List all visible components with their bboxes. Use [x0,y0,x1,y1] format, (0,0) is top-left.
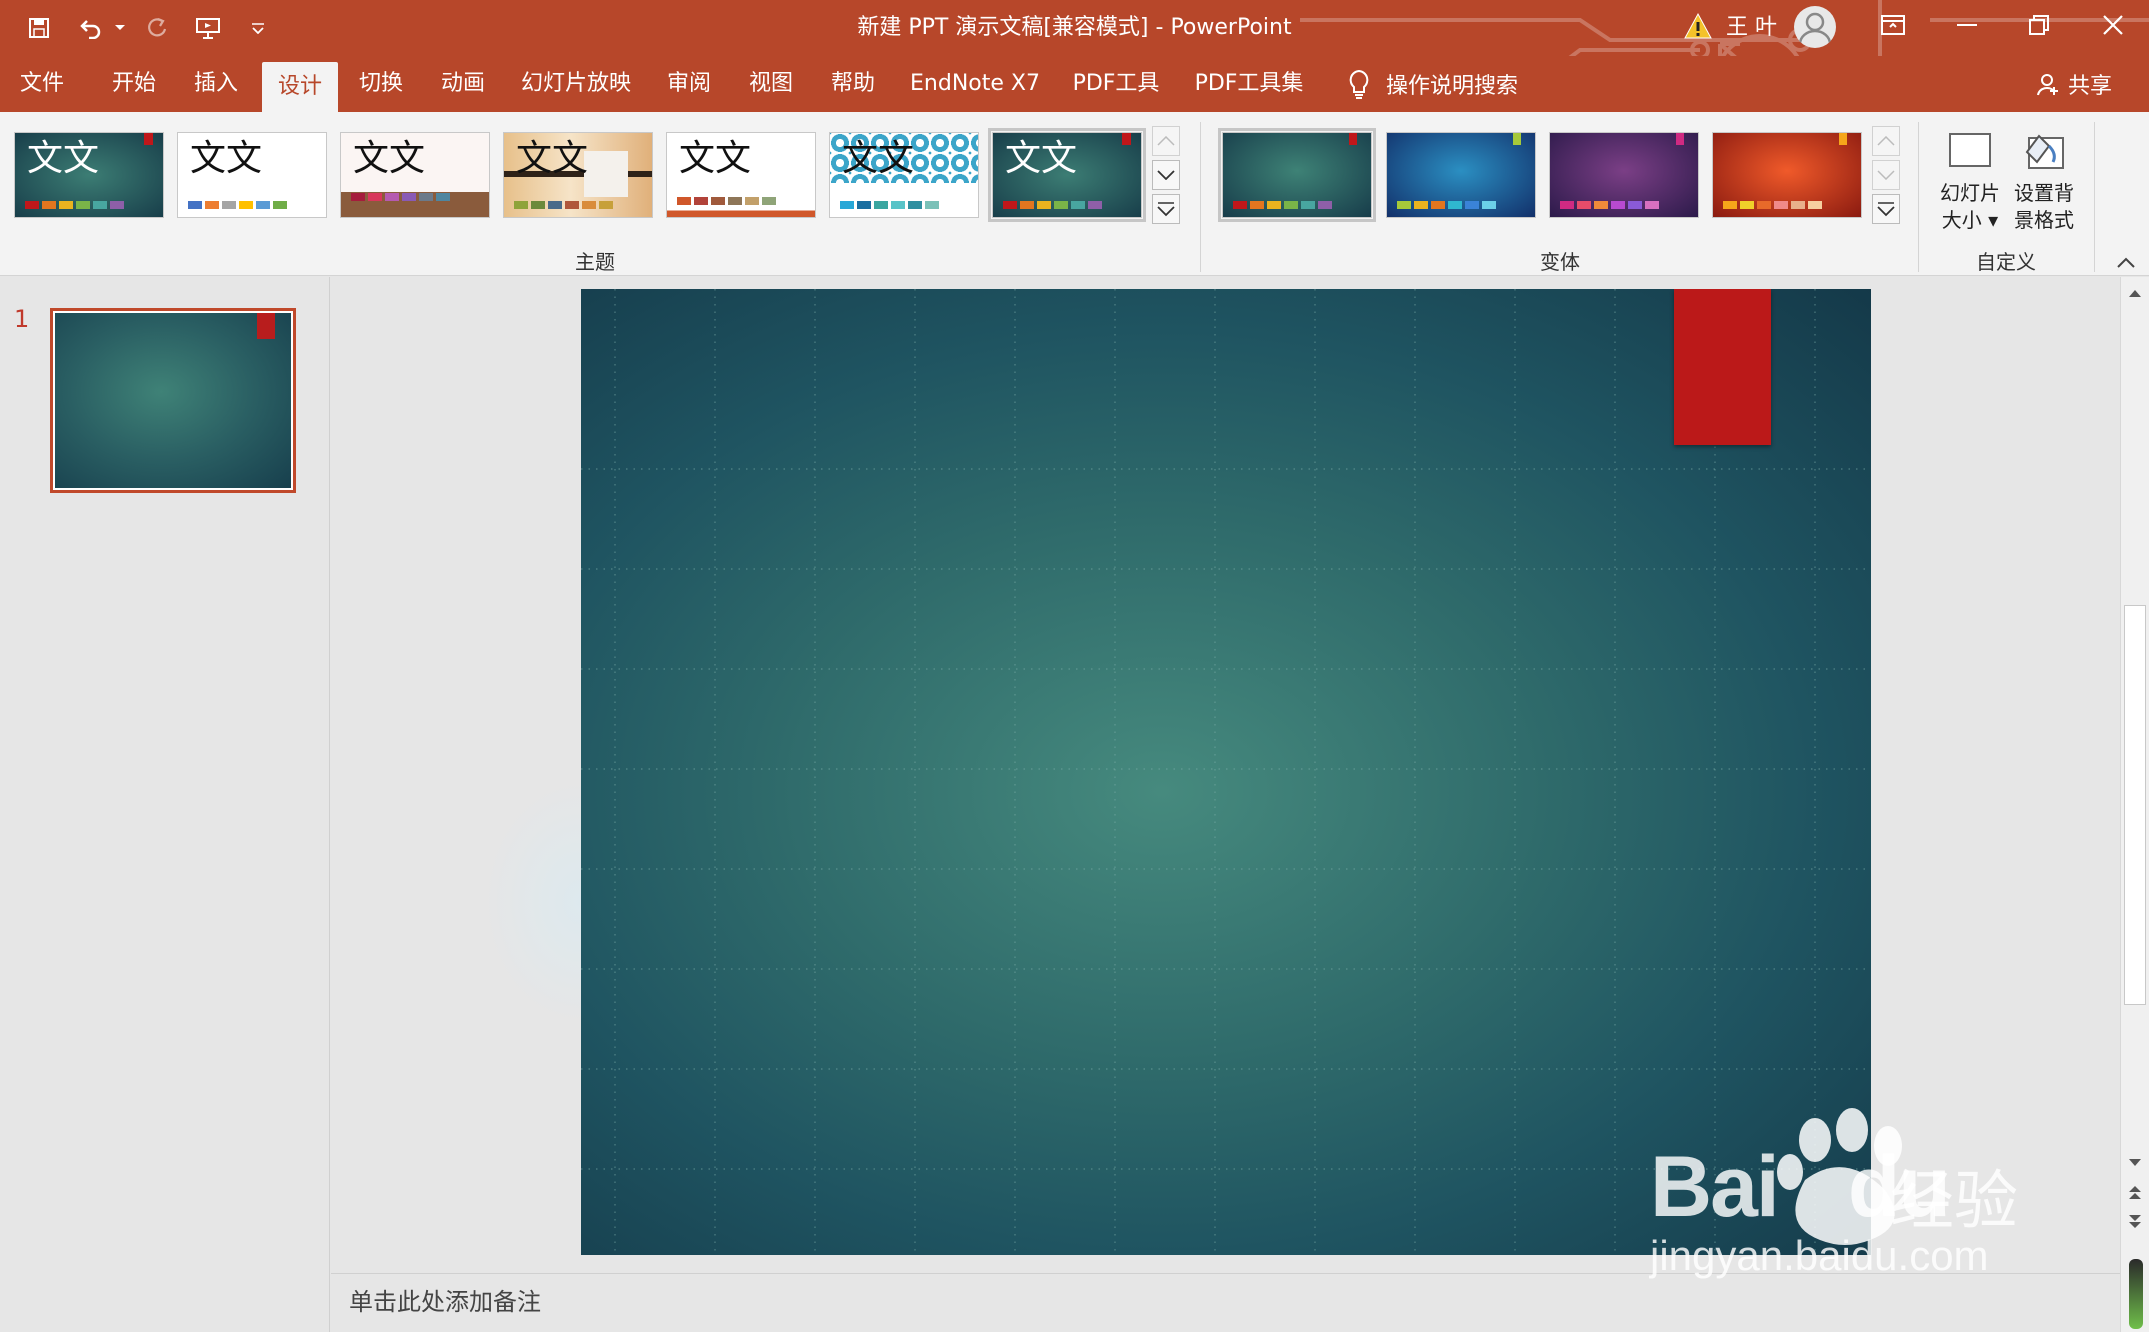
previous-slide-icon[interactable] [2123,1181,2147,1205]
theme-thumbnail-4[interactable]: 文文 [503,132,653,218]
slide-canvas[interactable] [581,289,1871,1255]
notes-placeholder: 单击此处添加备注 [349,1288,541,1316]
theme-gallery-scroll-up-icon[interactable] [1152,126,1180,156]
variant-thumbnail-3[interactable] [1549,132,1699,218]
variant-thumbnail-1[interactable] [1218,128,1376,222]
tab-insert[interactable]: 插入 [184,56,248,112]
tell-me-label: 操作说明搜索 [1386,74,1519,99]
share-label: 共享 [2068,74,2113,99]
share-button[interactable]: 共享 [2036,56,2112,112]
variant-thumbnail-2[interactable] [1386,132,1536,218]
theme-thumbnail-6[interactable]: 文文 [829,132,979,218]
slide-editor [331,277,2120,1273]
slide-thumbnail-pane: 1 [0,277,330,1332]
ribbon-design: 文文 文文 文文 文文 文文 文文 文文 主题 变体 幻灯片 大小 ▾ 设置背 … [0,112,2149,276]
slide-number: 1 [14,305,30,333]
lightbulb-icon [1349,69,1369,99]
ribbon-tab-bar: 文件 开始 插入 设计 切换 动画 幻灯片放映 审阅 视图 帮助 EndNote… [0,56,2149,112]
tab-slide-show[interactable]: 幻灯片放映 [514,56,638,112]
tab-design[interactable]: 设计 [262,62,338,112]
group-divider [1918,122,1919,272]
theme-thumbnail-3[interactable]: 文文 [340,132,490,218]
person-icon [2037,74,2058,96]
close-icon[interactable] [2078,0,2148,50]
theme-gallery-more-icon[interactable] [1152,194,1180,224]
customize-group-label: 自定义 [1976,250,2036,274]
next-slide-icon[interactable] [2123,1209,2147,1233]
tab-home[interactable]: 开始 [102,56,166,112]
slide-size-label-line1: 幻灯片 [1940,181,2000,205]
slide-thumbnail-1[interactable] [50,308,296,493]
themes-group-label: 主题 [575,250,615,274]
watermark-jingyan: 经验 [1890,1165,2018,1239]
tab-pdf-toolset[interactable]: PDF工具集 [1186,56,1312,112]
watermark-url: jingyan.baidu.com [1650,1232,1989,1279]
variant-thumbnail-4[interactable] [1712,132,1862,218]
group-divider [1200,122,1201,272]
variant-gallery-scroll-up-icon[interactable] [1872,126,1900,156]
collapse-ribbon-icon[interactable] [2116,254,2136,273]
user-avatar[interactable] [1794,6,1836,48]
group-divider [2094,122,2095,272]
theme-gallery-scroll-down-icon[interactable] [1152,160,1180,190]
slide-size-button[interactable]: 幻灯片 大小 ▾ [1934,128,2006,234]
vertical-scrollbar[interactable] [2120,277,2149,1332]
variant-gallery-scroll-down-icon[interactable] [1872,160,1900,190]
slide-size-icon [1947,128,1993,174]
warning-icon[interactable] [1684,12,1714,42]
tab-help[interactable]: 帮助 [820,56,886,112]
variant-gallery-more-icon[interactable] [1872,194,1900,224]
theme-thumbnail-5[interactable]: 文文 [666,132,816,218]
minimize-icon[interactable] [1932,0,2002,50]
theme-thumbnail-2[interactable]: 文文 [177,132,327,218]
zoom-indicator[interactable] [2129,1259,2143,1329]
tab-transitions[interactable]: 切换 [348,56,414,112]
tab-pdf-tools[interactable]: PDF工具 [1066,56,1166,112]
notes-pane[interactable]: 单击此处添加备注 [331,1273,2120,1332]
tab-animations[interactable]: 动画 [430,56,496,112]
format-background-icon [2021,128,2067,174]
format-background-label-line2: 景格式 [2014,208,2074,232]
ribbon-display-options-icon[interactable] [1858,0,1928,50]
scroll-up-icon[interactable] [2123,281,2147,305]
tell-me-search[interactable]: 操作说明搜索 [1346,56,1518,112]
title-bar: 新建 PPT 演示文稿[兼容模式] - PowerPoint 王 叶 [0,0,2149,112]
theme-thumbnail-7-selected[interactable]: 文文 [988,128,1146,222]
theme-thumbnail-1[interactable]: 文文 [14,132,164,218]
variants-group-label: 变体 [1540,250,1580,274]
tab-endnote[interactable]: EndNote X7 [904,56,1046,112]
user-name[interactable]: 王 叶 [1726,12,1777,44]
restore-icon[interactable] [2004,0,2074,50]
scroll-down-icon[interactable] [2123,1151,2147,1175]
tab-review[interactable]: 审阅 [656,56,722,112]
tab-file[interactable]: 文件 [10,56,74,112]
slide-size-label-line2: 大小 ▾ [1941,208,1999,232]
format-background-button[interactable]: 设置背 景格式 [2008,128,2080,234]
tab-view[interactable]: 视图 [738,56,804,112]
format-background-label-line1: 设置背 [2014,181,2074,205]
scrollbar-thumb[interactable] [2124,605,2146,1005]
red-ribbon-tab[interactable] [1674,289,1771,445]
